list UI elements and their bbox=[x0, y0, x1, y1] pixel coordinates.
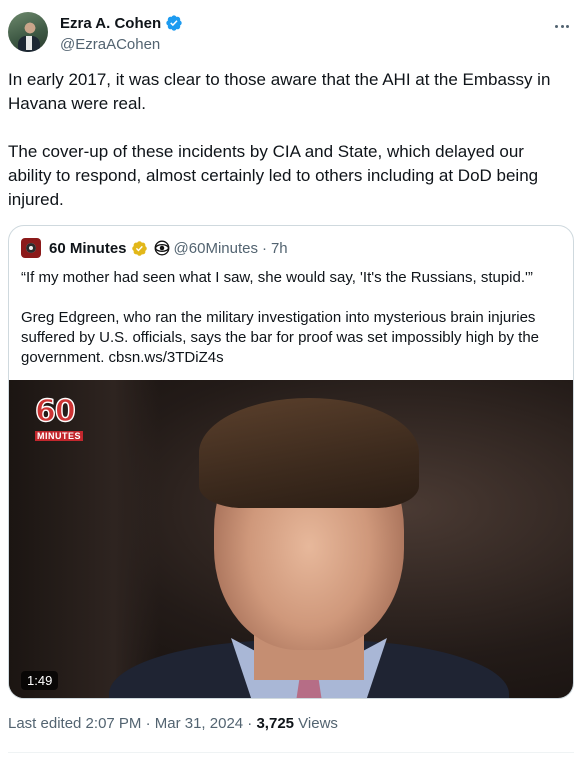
author-name-row: Ezra A. Cohen bbox=[60, 14, 183, 32]
avatar[interactable] bbox=[8, 12, 48, 52]
quoted-tweet[interactable]: 60 Minutes @60Minutes · 7h “If my mother… bbox=[8, 225, 574, 699]
video-duration: 1:49 bbox=[21, 671, 59, 690]
sixty-minutes-logo: 60 MINUTES bbox=[34, 394, 91, 441]
quote-paragraph: “If my mother had seen what I saw, she w… bbox=[21, 269, 533, 286]
tweet-paragraph: In early 2017, it was clear to those awa… bbox=[8, 70, 551, 113]
cbs-eye-icon bbox=[154, 240, 169, 256]
verified-badge-icon bbox=[166, 15, 182, 31]
author-handle[interactable]: @EzraACohen bbox=[60, 36, 160, 53]
quote-text: “If my mother had seen what I saw, she w… bbox=[21, 268, 561, 368]
quote-paragraph: Greg Edgreen, who ran the military inves… bbox=[21, 309, 540, 366]
author-name[interactable]: Ezra A. Cohen bbox=[60, 15, 161, 32]
quote-header: 60 Minutes @60Minutes · 7h bbox=[21, 238, 288, 258]
tweet-text: In early 2017, it was clear to those awa… bbox=[8, 68, 572, 212]
views-count: 3,725 bbox=[256, 715, 295, 732]
logo-number: 60 bbox=[34, 394, 76, 429]
gold-verified-badge-icon bbox=[131, 240, 147, 256]
views-label: Views bbox=[294, 715, 338, 732]
quote-timestamp[interactable]: 7h bbox=[271, 240, 288, 257]
quote-author-handle[interactable]: @60Minutes bbox=[174, 240, 258, 257]
tweet: Ezra A. Cohen @EzraACohen In early 2017,… bbox=[0, 0, 586, 765]
quote-avatar[interactable] bbox=[21, 238, 41, 258]
tweet-header: Ezra A. Cohen @EzraACohen bbox=[8, 10, 578, 58]
divider bbox=[8, 752, 574, 753]
tweet-paragraph: The cover-up of these incidents by CIA a… bbox=[8, 142, 539, 209]
tweet-meta: Last edited 2:07 PM · Mar 31, 2024 · 3,7… bbox=[8, 715, 338, 732]
video-player[interactable]: 60 MINUTES 1:49 bbox=[9, 380, 573, 698]
separator-dot: · bbox=[261, 239, 267, 257]
edited-timestamp[interactable]: Last edited 2:07 PM · Mar 31, 2024 · bbox=[8, 715, 256, 732]
logo-word: MINUTES bbox=[35, 431, 83, 441]
quote-author-name[interactable]: 60 Minutes bbox=[49, 240, 127, 257]
more-horizontal-icon[interactable] bbox=[552, 16, 572, 36]
